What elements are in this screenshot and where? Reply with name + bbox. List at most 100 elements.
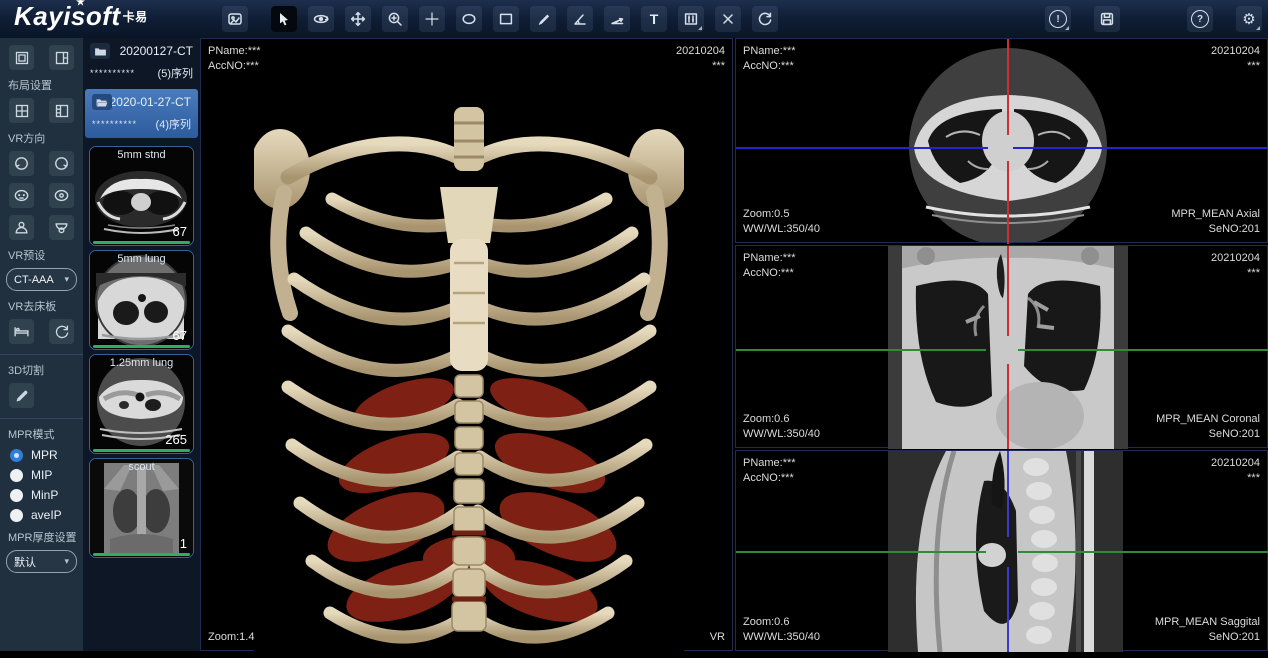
vr-preset-select[interactable]: CT-AAA ▾ xyxy=(6,268,77,291)
help-button[interactable]: ? xyxy=(1187,6,1213,32)
scalpel-button[interactable] xyxy=(9,383,34,408)
mpr-thickness-section-label: MPR厚度设置 xyxy=(8,529,83,545)
vr-head-top-button[interactable] xyxy=(9,215,34,240)
thumbnail-label: 5mm stnd xyxy=(90,149,193,161)
vr-head-back-icon xyxy=(53,187,70,204)
vr-viewport[interactable]: PName:*** AccNO:*** 20210204 *** Zoom:1.… xyxy=(200,38,733,651)
vr-head-right-button[interactable] xyxy=(49,151,74,176)
study-item-1[interactable]: 20200127-CT ********** (5)序列 xyxy=(83,38,200,87)
rotate-3d-button[interactable] xyxy=(308,6,334,32)
vr-head-left-button[interactable] xyxy=(9,151,34,176)
xray-thumb-image xyxy=(90,459,193,557)
left-sidebar: 布局设置 VR方向 VR预设 CT-AAA ▾ xyxy=(0,38,83,651)
report-button[interactable]: ! xyxy=(1045,6,1071,32)
radio-unchecked-icon xyxy=(10,489,23,502)
crosshair-icon xyxy=(424,11,440,27)
mpr-mode-option-minp[interactable]: MinP xyxy=(10,488,83,502)
mpr-series-overlay: MPR_MEAN Coronal SeNO:201 xyxy=(1156,412,1260,442)
mpr-mode-option-aveip[interactable]: aveIP xyxy=(10,508,83,522)
vr-zoom-overlay: Zoom:1.4 xyxy=(208,630,254,645)
logo-text: Kayisoft xyxy=(14,1,121,31)
vr-bed-section-label: VR去床板 xyxy=(8,298,83,314)
mpr-thickness-select[interactable]: 默认 ▾ xyxy=(6,550,77,573)
radio-unchecked-icon xyxy=(10,469,23,482)
view-mode-text: VR xyxy=(710,630,725,645)
zoom-in-button[interactable] xyxy=(382,6,408,32)
rotate-3d-icon xyxy=(313,11,329,27)
crosshair-button[interactable] xyxy=(419,6,445,32)
sagittal-crosshair-horizontal-right[interactable] xyxy=(1018,551,1268,553)
pan-icon xyxy=(350,11,366,27)
series-thumbnail-125mm-lung[interactable]: 1.25mm lung 265 xyxy=(89,354,194,454)
vr-head-bottom-button[interactable] xyxy=(49,215,74,240)
wwwl-text: WW/WL:350/40 xyxy=(743,427,820,442)
pencil-measure-button[interactable] xyxy=(530,6,556,32)
coronal-crosshair-vertical-bottom[interactable] xyxy=(1007,364,1009,449)
axial-crosshair-horizontal-right[interactable] xyxy=(1013,147,1268,149)
window-level-icon xyxy=(683,11,699,27)
mpr-sagittal-viewport[interactable]: PName:*** AccNO:*** 20210204 *** Zoom:0.… xyxy=(735,450,1268,651)
text-tool-button[interactable]: T xyxy=(641,6,667,32)
cobb-angle-button[interactable] xyxy=(604,6,630,32)
zoom-text: Zoom:0.5 xyxy=(743,207,820,222)
thumbnail-image-count: 265 xyxy=(165,432,187,447)
layout-left-col-button[interactable] xyxy=(49,98,74,123)
cursor-button[interactable] xyxy=(271,6,297,32)
mpr-patient-overlay: PName:*** AccNO:*** xyxy=(743,456,796,486)
rect-tool-button[interactable] xyxy=(493,6,519,32)
text-tool-icon: T xyxy=(650,11,659,27)
angle-button[interactable] xyxy=(567,6,593,32)
sagittal-crosshair-vertical-top[interactable] xyxy=(1007,451,1009,537)
axial-crosshair-vertical-top[interactable] xyxy=(1007,39,1009,135)
accno-text: AccNO:*** xyxy=(743,266,796,281)
window-level-button[interactable] xyxy=(678,6,704,32)
layout-single-button[interactable] xyxy=(9,45,34,70)
vr-head-front-icon xyxy=(13,187,30,204)
mpr-coronal-viewport[interactable]: PName:*** AccNO:*** 20210204 *** Zoom:0.… xyxy=(735,245,1268,448)
remove-bed-button[interactable] xyxy=(9,319,34,344)
folder-open-icon xyxy=(92,94,112,110)
logo-star-icon: ★ xyxy=(76,0,85,8)
vr-preset-section-label: VR预设 xyxy=(8,247,83,263)
mpr-axial-viewport[interactable]: PName:*** AccNO:*** 20210204 *** Zoom:0.… xyxy=(735,38,1268,243)
vr-head-front-button[interactable] xyxy=(9,183,34,208)
save-button[interactable] xyxy=(1094,6,1120,32)
axial-crosshair-vertical-bottom[interactable] xyxy=(1007,161,1009,244)
layout-1x2-button[interactable] xyxy=(49,45,74,70)
pname-text: PName:*** xyxy=(743,44,796,59)
sagittal-crosshair-horizontal-left[interactable] xyxy=(736,551,986,553)
series-thumbnail-scout[interactable]: scout 1 xyxy=(89,458,194,558)
sagittal-crosshair-vertical-bottom[interactable] xyxy=(1007,567,1009,652)
study-item-2-selected[interactable]: 2020-01-27-CT ********** (4)序列 xyxy=(85,89,198,138)
image-2d-button[interactable] xyxy=(222,6,248,32)
study-date: 20210204 xyxy=(1211,456,1260,471)
series-thumbnail-5mm-lung[interactable]: 5mm lung 67 xyxy=(89,250,194,350)
mpr-zoom-overlay: Zoom:0.5 WW/WL:350/40 xyxy=(743,207,820,237)
mpr-mode-option-mpr[interactable]: MPR xyxy=(10,448,83,462)
coronal-crosshair-horizontal-right[interactable] xyxy=(1018,349,1268,351)
angle-icon xyxy=(572,11,588,27)
accno-text: AccNO:*** xyxy=(743,471,796,486)
reset-button[interactable] xyxy=(752,6,778,32)
series-thumbnail-5mm-stnd[interactable]: 5mm stnd 67 xyxy=(89,146,194,246)
mpr-mode-section-label: MPR模式 xyxy=(8,426,83,442)
vr-head-back-button[interactable] xyxy=(49,183,74,208)
pan-button[interactable] xyxy=(345,6,371,32)
mpr-mode-option-mip[interactable]: MIP xyxy=(10,468,83,482)
mpr-patient-overlay: PName:*** AccNO:*** xyxy=(743,44,796,74)
coronal-crosshair-horizontal-left[interactable] xyxy=(736,349,986,351)
settings-button[interactable]: ⚙ xyxy=(1236,6,1262,32)
layout-left-col-icon xyxy=(54,103,70,119)
thumbnail-image-count: 1 xyxy=(180,536,187,551)
ellipse-tool-button[interactable] xyxy=(456,6,482,32)
delete-button[interactable] xyxy=(715,6,741,32)
sidebar-divider xyxy=(0,418,83,419)
axial-crosshair-horizontal-left[interactable] xyxy=(736,147,988,149)
accno-text: AccNO:*** xyxy=(208,59,261,74)
mpr-patient-overlay: PName:*** AccNO:*** xyxy=(743,251,796,281)
chevron-down-icon: ▾ xyxy=(64,274,69,285)
restore-bed-button[interactable] xyxy=(49,319,74,344)
save-icon xyxy=(1099,11,1115,27)
layout-2x2-button[interactable] xyxy=(9,98,34,123)
coronal-crosshair-vertical-top[interactable] xyxy=(1007,246,1009,336)
